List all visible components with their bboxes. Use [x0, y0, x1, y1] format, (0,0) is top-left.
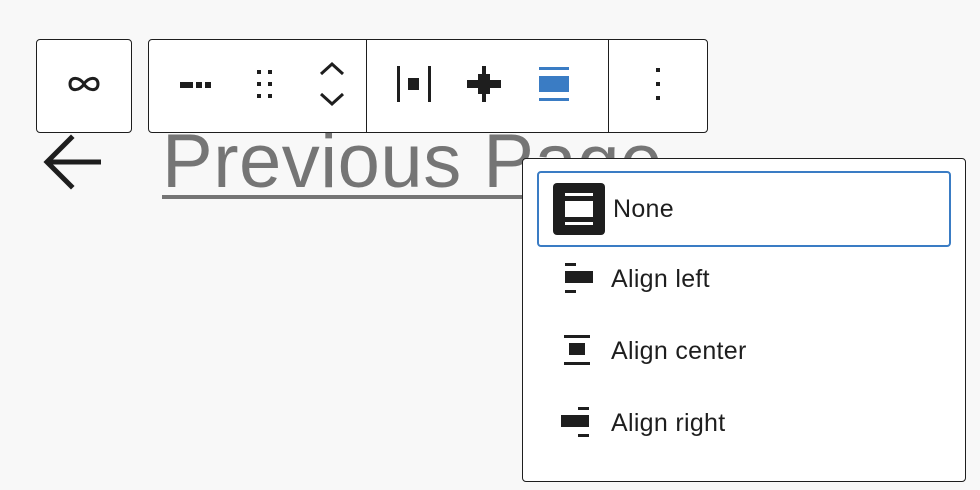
- menu-item-align-center[interactable]: Align center: [537, 315, 951, 387]
- align-none-icon: [553, 183, 605, 235]
- align-button[interactable]: [519, 51, 589, 121]
- alignment-dropdown-menu: None Align left Align center Align right: [522, 158, 966, 482]
- menu-item-none[interactable]: None: [537, 171, 951, 247]
- alignment-group: [367, 40, 609, 132]
- menu-item-align-right[interactable]: Align right: [537, 387, 951, 459]
- justify-space-between-icon: [396, 65, 432, 108]
- parent-block-toolbar: [36, 39, 132, 133]
- menu-item-label: None: [613, 194, 674, 223]
- drag-handle-icon: [253, 67, 277, 106]
- options-group: [609, 40, 707, 132]
- align-left-icon: [551, 253, 603, 305]
- drag-button[interactable]: [231, 51, 299, 121]
- justify-space-between-button[interactable]: [379, 51, 449, 121]
- more-options-button[interactable]: [623, 51, 693, 121]
- more-options-icon: [654, 66, 662, 107]
- justify-center-icon: [466, 65, 502, 108]
- move-up-down-button[interactable]: [298, 51, 366, 121]
- justify-center-button[interactable]: [449, 51, 519, 121]
- block-type-button[interactable]: [163, 51, 231, 121]
- link-icon: [67, 72, 101, 101]
- select-parent-button[interactable]: [49, 51, 119, 121]
- align-right-icon: [551, 397, 603, 449]
- menu-item-align-left[interactable]: Align left: [537, 243, 951, 315]
- separator-icon: [179, 77, 215, 95]
- menu-item-label: Align left: [611, 264, 710, 293]
- move-up-down-icon: [318, 61, 346, 112]
- block-toolbar: [148, 39, 708, 133]
- align-none-icon: [538, 66, 570, 107]
- align-center-icon: [551, 325, 603, 377]
- block-controls-group: [149, 40, 367, 132]
- menu-item-label: Align center: [611, 336, 747, 365]
- menu-item-label: Align right: [611, 408, 726, 437]
- arrow-left-icon: [40, 132, 104, 192]
